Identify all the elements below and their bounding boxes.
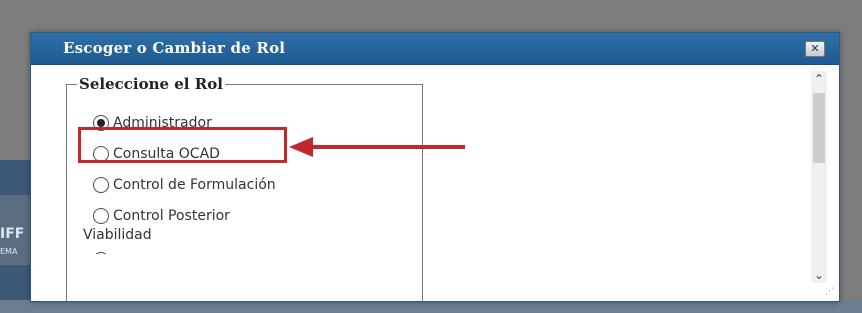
- scrollbar-thumb[interactable]: [813, 93, 825, 163]
- background-partial-subtext: EMA: [0, 247, 18, 256]
- role-option-label: Control Posterior: [113, 208, 230, 224]
- resize-grip-icon[interactable]: ⋰: [825, 287, 835, 297]
- vertical-scrollbar[interactable]: ⌃ ⌄: [811, 71, 827, 283]
- role-dialog: Escoger o Cambiar de Rol ✕ Seleccione el…: [30, 32, 840, 302]
- chevron-up-icon[interactable]: ⌃: [811, 71, 827, 87]
- dialog-content: Seleccione el Rol Administrador Consulta…: [31, 65, 839, 302]
- background-partial-text: IFF: [0, 226, 25, 242]
- role-group-legend: Seleccione el Rol: [79, 75, 223, 93]
- dialog-title: Escoger o Cambiar de Rol: [63, 39, 286, 57]
- radio-button[interactable]: [93, 252, 109, 254]
- dialog-titlebar[interactable]: Escoger o Cambiar de Rol ✕: [31, 33, 839, 65]
- radio-button[interactable]: [93, 177, 109, 193]
- role-fieldset: Seleccione el Rol Administrador Consulta…: [66, 75, 423, 302]
- role-option-partial[interactable]: [77, 244, 417, 254]
- highlight-box: [78, 127, 287, 163]
- pointer-arrow-icon: [289, 137, 465, 157]
- chevron-down-icon[interactable]: ⌄: [811, 267, 827, 283]
- radio-button[interactable]: [93, 208, 109, 224]
- role-option-control-formulacion[interactable]: Control de Formulación: [77, 169, 417, 200]
- role-option-label: Control de Formulación: [113, 177, 276, 193]
- close-icon[interactable]: ✕: [805, 41, 825, 57]
- role-option-control-posterior[interactable]: Control Posterior Viabilidad: [77, 200, 417, 244]
- role-option-label-line2: Viabilidad: [83, 227, 152, 243]
